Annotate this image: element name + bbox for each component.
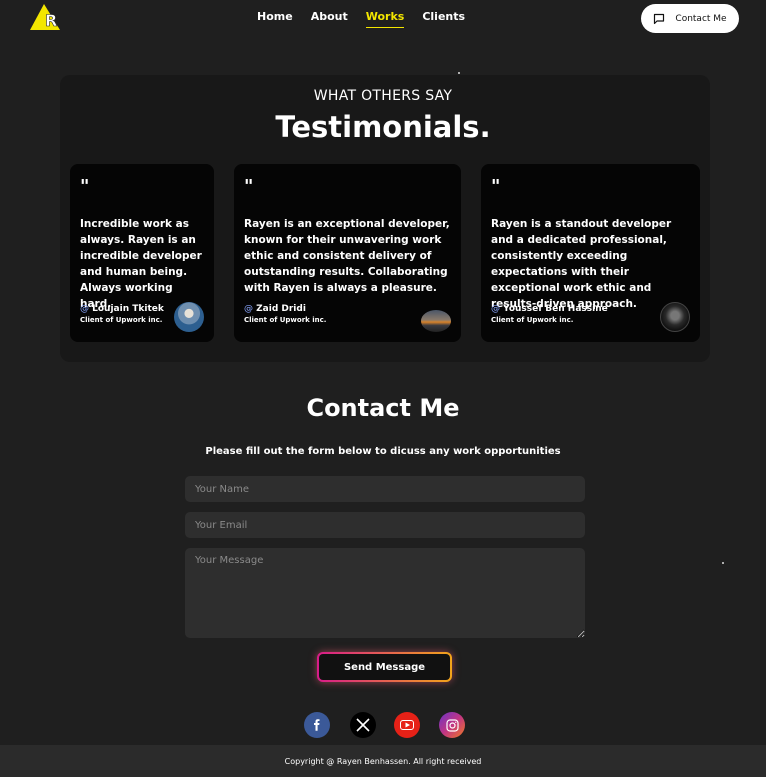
at-symbol: @ [491,304,500,314]
copyright-text: Copyright @ Rayen Benhassen. All right r… [284,756,482,766]
testimonial-author: @ Zaid Dridi Client of Upwork inc. [244,304,326,324]
chat-icon [654,13,665,24]
youtube-link[interactable] [394,712,420,738]
name-input[interactable] [185,476,585,502]
nav-clients[interactable]: Clients [422,10,465,28]
contact-me-label: Contact Me [675,13,727,24]
author-role: Client of Upwork inc. [80,316,163,324]
author-name: Zaid Dridi [256,304,306,314]
testimonial-text: Incredible work as always. Rayen is an i… [80,218,202,310]
svg-text:R: R [45,11,57,30]
at-symbol: @ [244,304,253,314]
nav-home[interactable]: Home [257,10,293,28]
send-message-button[interactable]: Send Message [317,652,452,682]
facebook-icon [314,719,320,731]
at-symbol: @ [80,304,89,314]
logo[interactable]: R [30,4,62,32]
avatar [421,310,451,332]
star-dot [722,562,724,564]
email-input[interactable] [185,512,585,538]
quote-icon: " [244,176,254,197]
message-input[interactable] [185,548,585,638]
testimonial-card: " Rayen is a standout developer and a de… [481,164,700,342]
youtube-icon [400,720,414,730]
testimonials-title: Testimonials. [275,110,491,144]
star-dot [458,72,460,74]
logo-icon: R [30,4,60,30]
testimonial-card: " Incredible work as always. Rayen is an… [70,164,214,342]
author-name: Youssef Ben Hassine [503,304,608,314]
contact-subtitle: Please fill out the form below to dicuss… [205,446,561,457]
nav-works[interactable]: Works [365,10,405,28]
author-role: Client of Upwork inc. [491,316,574,324]
facebook-link[interactable] [304,712,330,738]
author-name: Loujain Tkitek [92,304,164,314]
send-message-label: Send Message [343,661,426,673]
avatar [660,302,690,332]
x-icon [356,718,370,732]
author-role: Client of Upwork inc. [244,316,327,324]
main-nav: Home About Works Clients [257,10,465,28]
x-link[interactable] [350,712,376,738]
testimonial-text: Rayen is an exceptional developer, known… [244,218,450,294]
instagram-link[interactable] [439,712,465,738]
quote-icon: " [491,176,501,197]
testimonials-eyebrow: WHAT OTHERS SAY [313,88,453,104]
testimonial-text: Rayen is a standout developer and a dedi… [491,218,672,310]
testimonial-author: @ Loujain Tkitek Client of Upwork inc. [80,304,164,324]
contact-me-button[interactable]: Contact Me [641,4,739,33]
nav-about[interactable]: About [311,10,348,28]
footer: Copyright @ Rayen Benhassen. All right r… [0,745,766,777]
instagram-icon [445,718,459,732]
contact-title: Contact Me [306,394,460,422]
quote-icon: " [80,176,90,197]
testimonial-card: " Rayen is an exceptional developer, kno… [234,164,461,342]
avatar [174,302,204,332]
testimonial-author: @ Youssef Ben Hassine Client of Upwork i… [491,304,608,324]
